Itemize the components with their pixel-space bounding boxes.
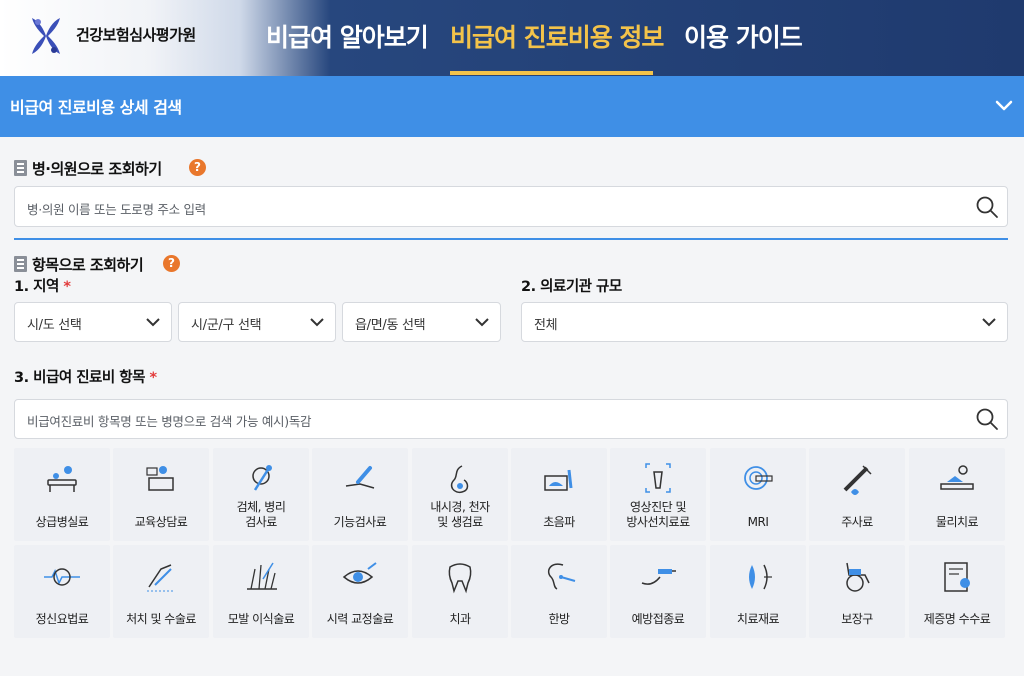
acupuncture-icon xyxy=(547,563,576,590)
search-icon[interactable] xyxy=(975,407,999,431)
chevron-down-icon xyxy=(310,318,324,327)
category-tile-6[interactable]: 영상진단 및 방사선치료료 xyxy=(610,448,706,541)
category-label: 모발 이식술료 xyxy=(227,612,295,626)
category-tile-12[interactable]: 모발 이식술료 xyxy=(213,545,309,638)
category-tile-9[interactable]: 물리치료 xyxy=(909,448,1005,541)
category-label: 검체, 병리 검사료 xyxy=(236,500,286,529)
category-label: 주사료 xyxy=(841,515,873,529)
detail-search-title: 비급여 진료비용 상세 검색 xyxy=(10,98,182,117)
category-tile-17[interactable]: 치료재료 xyxy=(710,545,806,638)
category-label: 기능검사료 xyxy=(333,515,387,529)
vaccination-icon xyxy=(641,569,676,585)
category-tile-18[interactable]: 보장구 xyxy=(809,545,905,638)
psychotherapy-icon xyxy=(44,568,80,586)
list-icon xyxy=(14,256,27,272)
top-header: 건강보험심사평가원 비급여 알아보기 비급여 진료비용 정보 이용 가이드 xyxy=(0,0,1024,76)
wheelchair-icon xyxy=(846,562,870,592)
treatment-material-icon xyxy=(749,564,772,590)
imaging-icon xyxy=(645,463,671,493)
category-label: 물리치료 xyxy=(935,515,979,529)
search-icon[interactable] xyxy=(975,195,999,219)
hospital-search-placeholder: 병·의원 이름 또는 도로명 주소 입력 xyxy=(27,202,206,217)
nav-usage-guide[interactable]: 이용 가이드 xyxy=(684,18,803,54)
category-label: 정신요법료 xyxy=(35,612,89,626)
category-label: 영상진단 및 방사선치료료 xyxy=(626,500,690,529)
counseling-icon xyxy=(146,466,174,491)
category-label: 예방접종료 xyxy=(631,612,685,626)
category-label: 치료재료 xyxy=(736,612,780,626)
category-tile-7[interactable]: MRI xyxy=(710,448,806,541)
item-label: 3. 비급여 진료비 항목 * xyxy=(14,370,157,386)
ultrasound-icon xyxy=(544,469,573,491)
chevron-down-icon xyxy=(982,318,996,327)
section-divider xyxy=(14,238,1008,240)
category-tile-1[interactable]: 교육상담료 xyxy=(113,448,209,541)
sido-select[interactable]: 시/도 선택 xyxy=(14,302,172,342)
eupmyeondong-select[interactable]: 읍/면/동 선택 xyxy=(342,302,501,342)
tooth-icon xyxy=(448,563,472,594)
nav-noncovered-intro[interactable]: 비급여 알아보기 xyxy=(266,18,429,54)
category-label: 시력 교정술료 xyxy=(326,612,394,626)
category-label: MRI xyxy=(747,515,769,529)
endoscope-icon xyxy=(450,465,469,494)
nav-active-indicator xyxy=(450,71,653,75)
category-label: 교육상담료 xyxy=(134,515,188,529)
category-label: 처치 및 수술료 xyxy=(126,612,196,626)
function-test-icon xyxy=(345,466,375,489)
category-label: 치과 xyxy=(449,612,471,626)
category-tile-19[interactable]: 제증명 수수료 xyxy=(909,545,1005,638)
chevron-down-icon xyxy=(146,318,160,327)
item-search-title: 항목으로 조회하기 xyxy=(32,256,144,274)
category-tile-5[interactable]: 초음파 xyxy=(511,448,607,541)
hospital-bed-icon xyxy=(47,466,77,492)
category-grid: 상급병실료 교육상담료 검체, 병리 검사료기능검사료 내시경, 천자 및 생검료초음… xyxy=(14,448,1008,640)
scale-select[interactable]: 전체 xyxy=(521,302,1008,342)
eye-laser-icon xyxy=(342,562,377,584)
region-label: 1. 지역 * xyxy=(14,279,71,295)
hira-logo-icon[interactable] xyxy=(28,14,64,58)
help-icon[interactable]: ? xyxy=(189,159,206,176)
category-tile-16[interactable]: 예방접종료 xyxy=(610,545,706,638)
category-tile-11[interactable]: 처치 및 수술료 xyxy=(113,545,209,638)
category-tile-4[interactable]: 내시경, 천자 및 생검료 xyxy=(412,448,508,541)
detail-search-bar[interactable]: 비급여 진료비용 상세 검색 xyxy=(0,76,1024,137)
chevron-down-icon[interactable] xyxy=(994,98,1014,114)
item-search-input[interactable]: 비급여진료비 항목명 또는 병명으로 검색 가능 예시)독감 xyxy=(14,399,1008,439)
scale-label: 2. 의료기관 규모 xyxy=(521,279,622,295)
category-tile-8[interactable]: 주사료 xyxy=(809,448,905,541)
category-label: 내시경, 천자 및 생검료 xyxy=(430,500,490,529)
specimen-test-icon xyxy=(252,465,272,491)
surgery-icon xyxy=(147,564,175,592)
category-label: 한방 xyxy=(548,612,570,626)
syringe-icon xyxy=(843,465,872,495)
hospital-search-input[interactable]: 병·의원 이름 또는 도로명 주소 입력 xyxy=(14,186,1008,227)
nav-noncovered-cost-info[interactable]: 비급여 진료비용 정보 xyxy=(450,18,664,54)
item-search-placeholder: 비급여진료비 항목명 또는 병명으로 검색 가능 예시)독감 xyxy=(27,414,312,429)
help-icon[interactable]: ? xyxy=(163,255,180,272)
mri-icon xyxy=(744,466,773,490)
category-label: 제증명 수수료 xyxy=(923,612,991,626)
certificate-icon xyxy=(944,562,970,592)
hospital-search-title: 병·의원으로 조회하기 xyxy=(32,160,162,178)
category-label: 보장구 xyxy=(841,612,873,626)
physical-therapy-icon xyxy=(940,465,974,490)
chevron-down-icon xyxy=(475,318,489,327)
category-label: 상급병실료 xyxy=(35,515,89,529)
sigungu-select[interactable]: 시/군/구 선택 xyxy=(178,302,336,342)
category-tile-0[interactable]: 상급병실료 xyxy=(14,448,110,541)
category-tile-13[interactable]: 시력 교정술료 xyxy=(312,545,408,638)
category-tile-2[interactable]: 검체, 병리 검사료 xyxy=(213,448,309,541)
hair-transplant-icon xyxy=(247,562,277,590)
category-tile-14[interactable]: 치과 xyxy=(412,545,508,638)
category-tile-15[interactable]: 한방 xyxy=(511,545,607,638)
category-label: 초음파 xyxy=(543,515,575,529)
category-tile-10[interactable]: 정신요법료 xyxy=(14,545,110,638)
category-tile-3[interactable]: 기능검사료 xyxy=(312,448,408,541)
org-name[interactable]: 건강보험심사평가원 xyxy=(76,24,196,45)
building-icon xyxy=(14,160,27,176)
